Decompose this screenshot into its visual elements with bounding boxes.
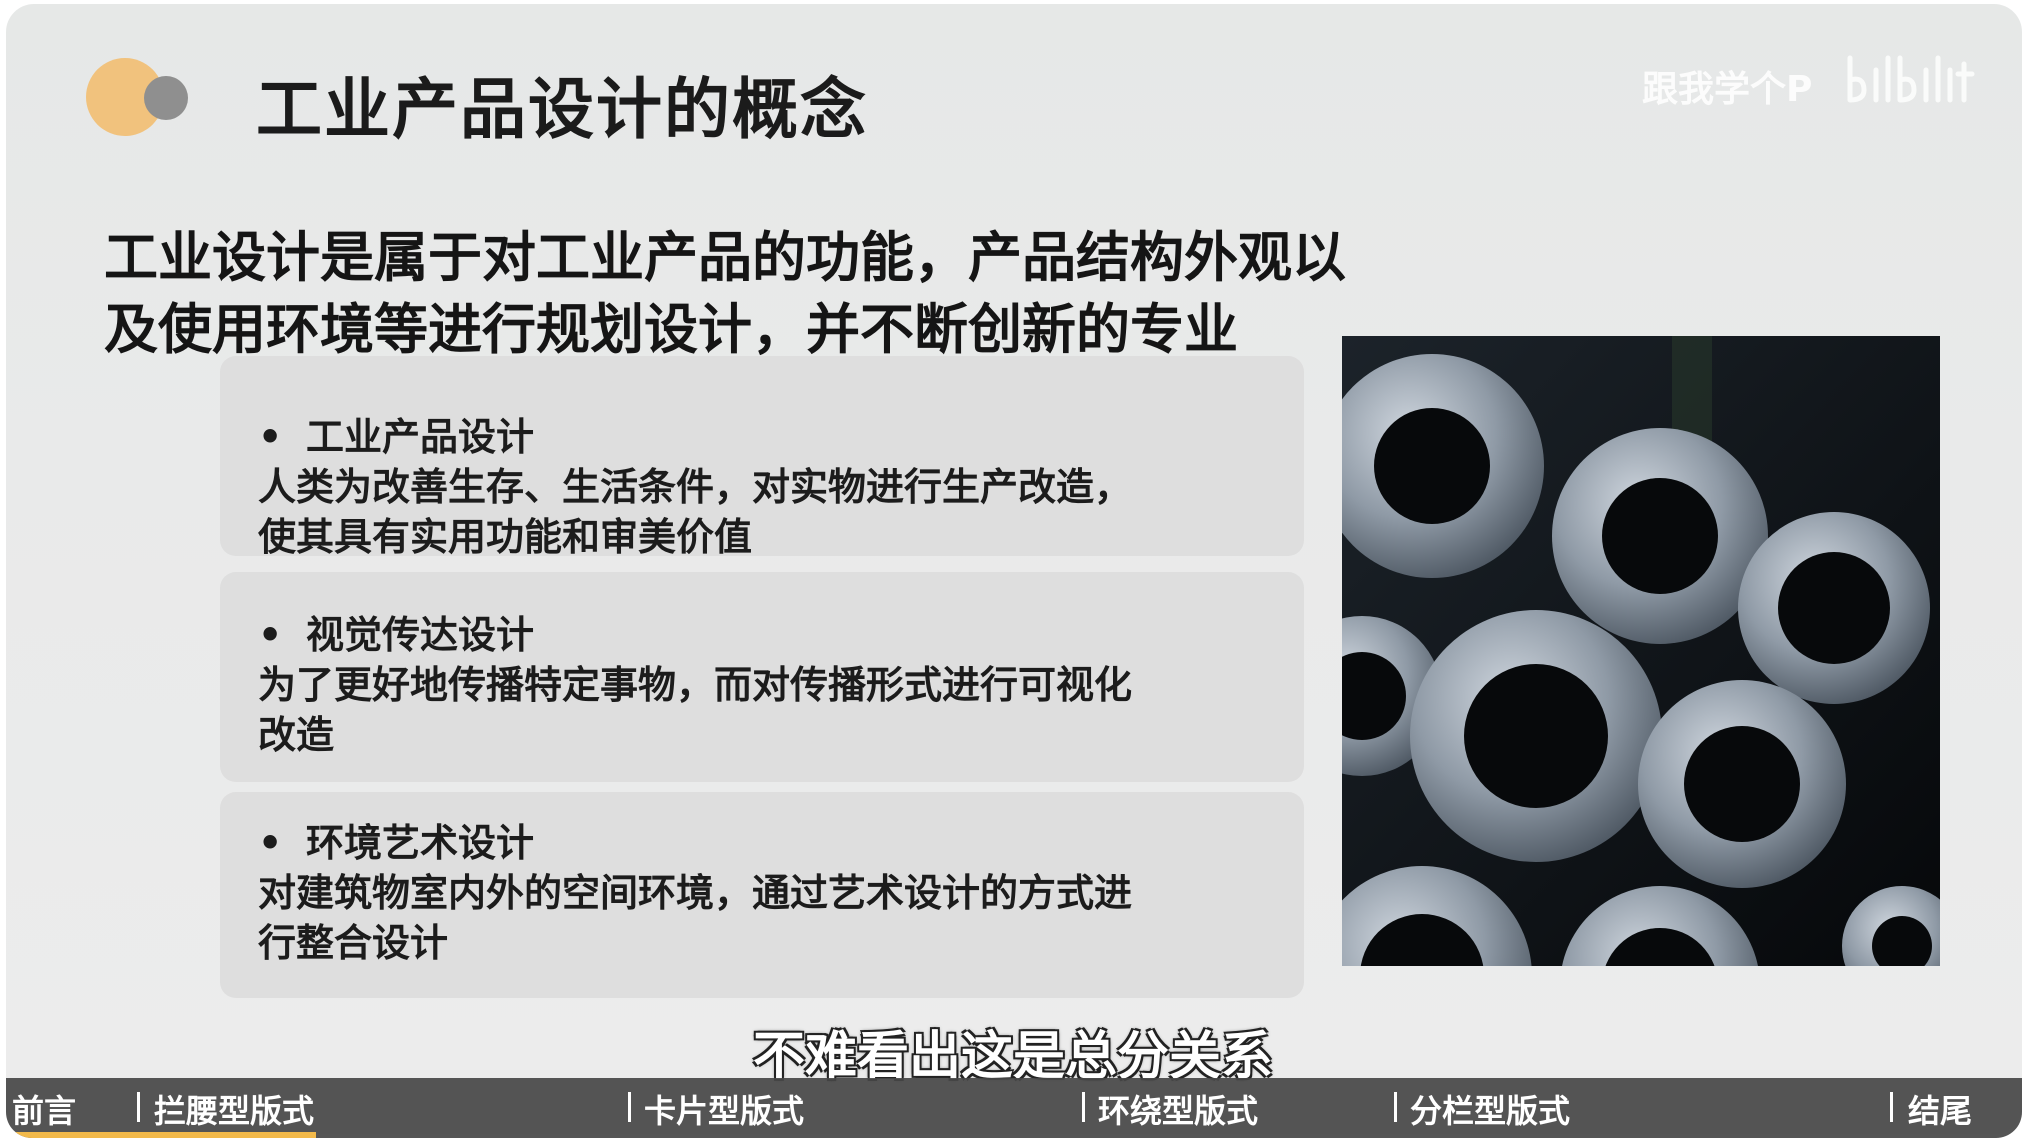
card-title-text: 视觉传达设计: [306, 613, 535, 657]
card-desc-line-2: 行整合设计: [258, 921, 449, 965]
bilibili-logo-icon: [1847, 55, 1975, 103]
slide: 工业产品设计的概念 跟我学个P 工业设计是属于对工业产品的功能，产品结构外观以 …: [6, 4, 2022, 1134]
gray-circle-icon: [144, 76, 188, 120]
chapter-column-layout[interactable]: 分栏型版式: [1410, 1086, 1570, 1132]
metal-pipes-photo: [1342, 336, 1940, 966]
pipes-illustration: [1342, 336, 1940, 966]
card-desc-line-1: 人类为改善生存、生活条件，对实物进行生产改造，: [258, 465, 1133, 509]
concept-card-industrial: • 工业产品设计 人类为改善生存、生活条件，对实物进行生产改造， 使其具有实用功能…: [220, 356, 1304, 559]
bullet-icon: •: [258, 613, 283, 657]
chapter-ending[interactable]: 结尾: [1908, 1086, 1972, 1132]
card-title: • 工业产品设计: [258, 412, 1132, 462]
chapter-separator: [137, 1092, 140, 1122]
bullet-icon: •: [258, 415, 283, 459]
chapter-separator: [628, 1092, 631, 1122]
chapter-separator: [1082, 1092, 1085, 1122]
chapter-intro[interactable]: 前言: [12, 1086, 76, 1132]
watermark-text: 跟我学个P: [1642, 69, 1813, 110]
concept-card-environment: • 环境艺术设计 对建筑物室内外的空间环境，通过艺术设计的方式进 行整合设计: [220, 792, 1304, 998]
playback-progress[interactable]: [6, 1132, 316, 1138]
chapter-waist-layout[interactable]: 拦腰型版式: [154, 1086, 314, 1132]
bullet-icon: •: [258, 821, 283, 865]
card-text: • 环境艺术设计 对建筑物室内外的空间环境，通过艺术设计的方式进 行整合设计: [258, 818, 1132, 968]
chapter-separator: [1890, 1092, 1893, 1122]
card-title-text: 环境艺术设计: [306, 821, 535, 865]
card-title-text: 工业产品设计: [306, 415, 535, 459]
headline-line-1: 工业设计是属于对工业产品的功能，产品结构外观以: [104, 226, 1346, 289]
card-text: • 视觉传达设计 为了更好地传播特定事物，而对传播形式进行可视化 改造: [258, 610, 1132, 760]
video-frame: 工业产品设计的概念 跟我学个P 工业设计是属于对工业产品的功能，产品结构外观以 …: [0, 0, 2026, 1142]
headline: 工业设计是属于对工业产品的功能，产品结构外观以 及使用环境等进行规划设计，并不断…: [104, 222, 1504, 366]
card-desc-line-1: 为了更好地传播特定事物，而对传播形式进行可视化: [258, 663, 1133, 707]
card-desc-line-2: 使其具有实用功能和审美价值: [258, 515, 753, 559]
chapter-separator: [1394, 1092, 1397, 1122]
card-title: • 环境艺术设计: [258, 818, 1132, 868]
card-text: • 工业产品设计 人类为改善生存、生活条件，对实物进行生产改造， 使其具有实用功能…: [258, 412, 1132, 562]
card-desc-line-2: 改造: [258, 713, 335, 757]
card-title: • 视觉传达设计: [258, 610, 1132, 660]
concept-card-visual: • 视觉传达设计 为了更好地传播特定事物，而对传播形式进行可视化 改造: [220, 572, 1304, 782]
chapter-bar: 前言 拦腰型版式 卡片型版式 环绕型版式 分栏型版式 结尾: [6, 1078, 2022, 1138]
chapter-card-layout[interactable]: 卡片型版式: [644, 1086, 804, 1132]
chapter-surround-layout[interactable]: 环绕型版式: [1098, 1086, 1258, 1132]
page-title: 工业产品设计的概念: [256, 70, 868, 148]
card-desc-line-1: 对建筑物室内外的空间环境，通过艺术设计的方式进: [258, 871, 1133, 915]
